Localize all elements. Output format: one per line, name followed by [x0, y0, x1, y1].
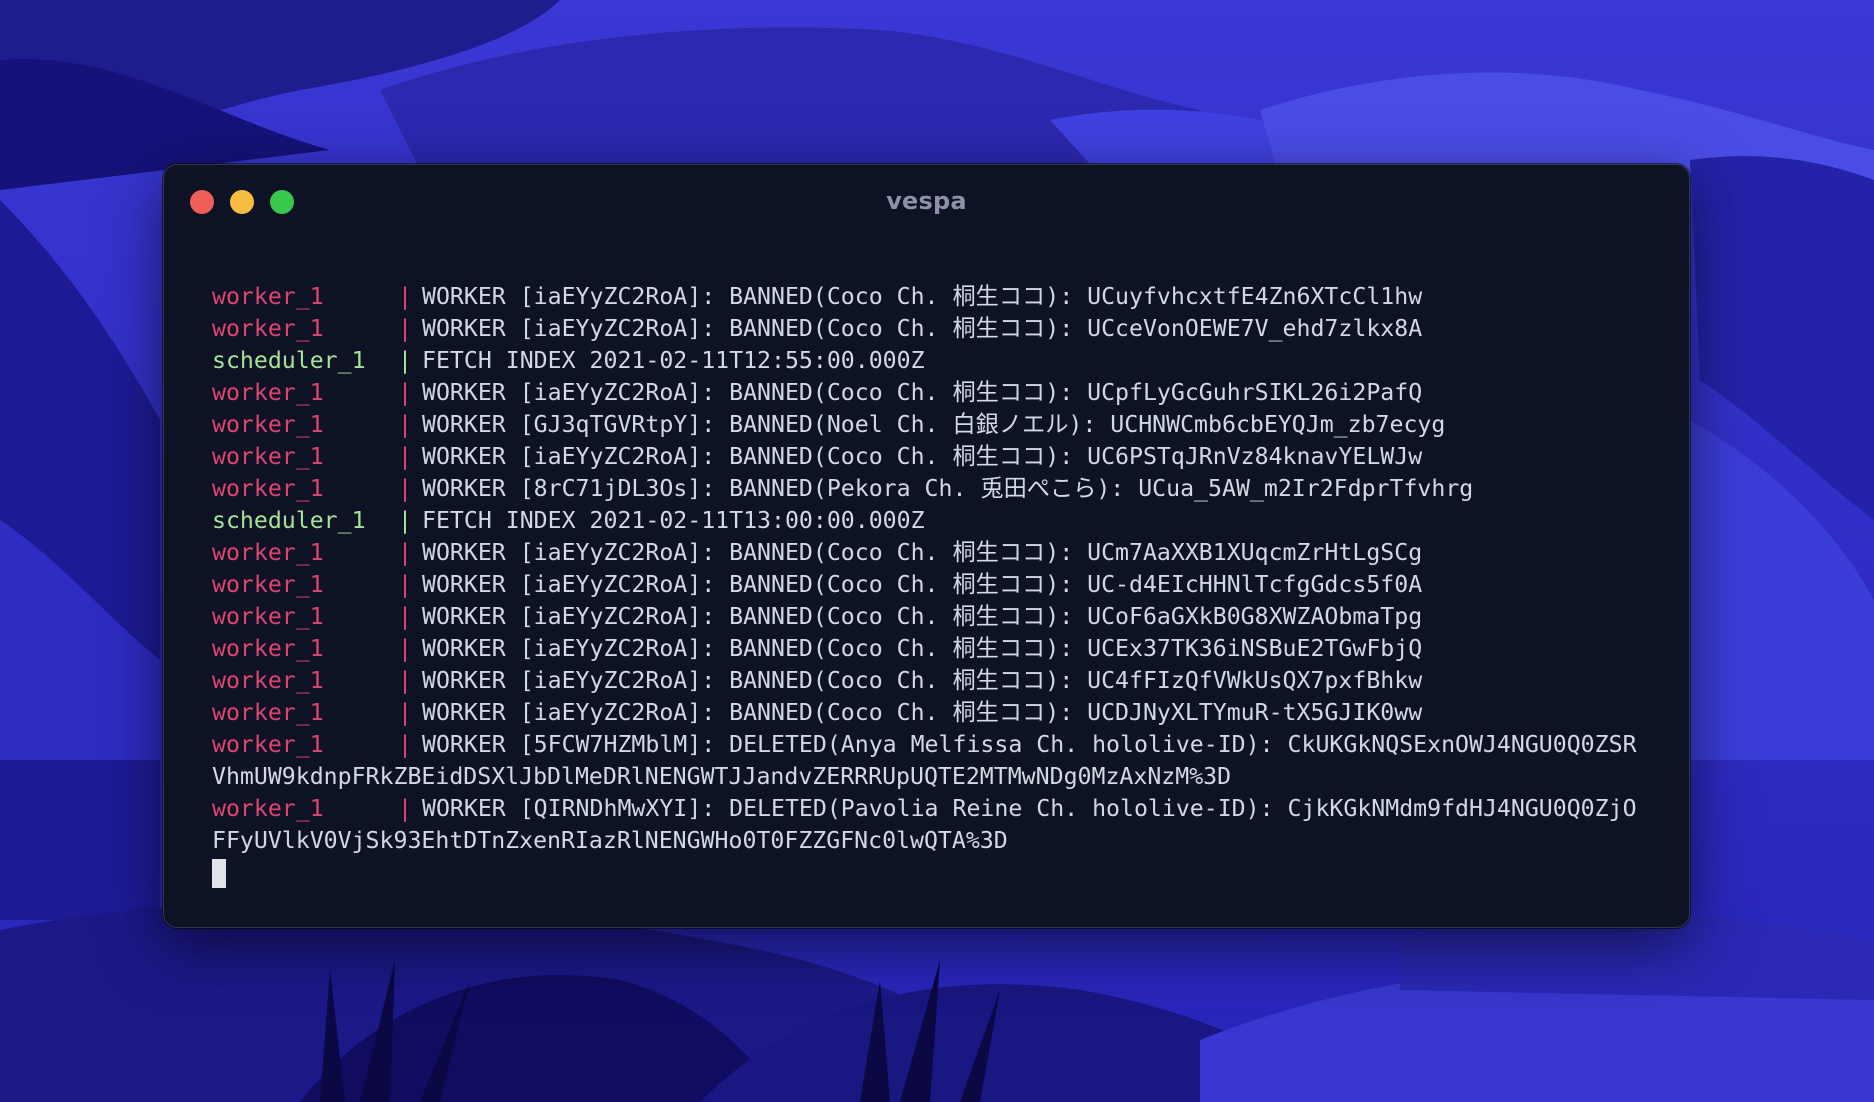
window-title: vespa: [886, 187, 967, 215]
log-separator: |: [398, 571, 412, 598]
service-name: worker_1: [212, 699, 324, 726]
log-message: FFyUVlkV0VjSk93EhtDTnZxenRIazRlNENGWHo0T…: [212, 827, 1008, 854]
log-separator: |: [398, 635, 412, 662]
service-name: worker_1: [212, 795, 324, 822]
terminal-window[interactable]: vespa worker_1 | WORKER [iaEYyZC2RoA]: BAN…: [163, 164, 1690, 928]
service-name: worker_1: [212, 379, 324, 406]
log-line: worker_1 | WORKER [GJ3qTGVRtpY]: BANNED(No…: [212, 409, 1659, 441]
log-line: worker_1 | WORKER [iaEYyZC2RoA]: BANNED(Co…: [212, 313, 1659, 345]
log-line: worker_1 | WORKER [iaEYyZC2RoA]: BANNED(Co…: [212, 281, 1659, 313]
window-titlebar[interactable]: vespa: [164, 165, 1689, 237]
log-message: WORKER [QIRNDhMwXYI]: DELETED(Pavolia Re…: [422, 795, 1637, 822]
service-name: worker_1: [212, 411, 324, 438]
service-name: worker_1: [212, 315, 324, 342]
log-separator: |: [398, 411, 412, 438]
log-message: VhmUW9kdnpFRkZBEidDSXlJbDlMeDRlNENGWTJJa…: [212, 763, 1232, 790]
service-name: scheduler_1: [212, 347, 366, 374]
service-name: worker_1: [212, 475, 324, 502]
log-line: worker_1 | WORKER [iaEYyZC2RoA]: BANNED(Co…: [212, 377, 1659, 409]
prompt-line[interactable]: [212, 857, 1659, 889]
log-line: worker_1 | WORKER [iaEYyZC2RoA]: BANNED(Co…: [212, 601, 1659, 633]
log-separator: |: [398, 603, 412, 630]
log-message: WORKER [iaEYyZC2RoA]: BANNED(Coco Ch. 桐生…: [422, 699, 1423, 726]
log-line: worker_1 | WORKER [iaEYyZC2RoA]: BANNED(Co…: [212, 569, 1659, 601]
service-name: worker_1: [212, 443, 324, 470]
log-separator: |: [398, 379, 412, 406]
service-name: worker_1: [212, 635, 324, 662]
service-name: scheduler_1: [212, 507, 366, 534]
log-line: scheduler_1 | FETCH INDEX 2021-02-11T12:55…: [212, 345, 1659, 377]
log-separator: |: [398, 507, 412, 534]
log-message: WORKER [GJ3qTGVRtpY]: BANNED(Noel Ch. 白銀…: [422, 411, 1446, 438]
log-separator: |: [398, 667, 412, 694]
log-line: worker_1 | WORKER [iaEYyZC2RoA]: BANNED(Co…: [212, 697, 1659, 729]
log-message: WORKER [iaEYyZC2RoA]: BANNED(Coco Ch. 桐生…: [422, 315, 1423, 342]
log-line: worker_1 | WORKER [iaEYyZC2RoA]: BANNED(Co…: [212, 665, 1659, 697]
log-line: VhmUW9kdnpFRkZBEidDSXlJbDlMeDRlNENGWTJJa…: [212, 761, 1659, 793]
log-separator: |: [398, 795, 412, 822]
log-separator: |: [398, 475, 412, 502]
service-name: worker_1: [212, 283, 324, 310]
log-separator: |: [398, 539, 412, 566]
log-message: WORKER [iaEYyZC2RoA]: BANNED(Coco Ch. 桐生…: [422, 379, 1423, 406]
log-separator: |: [398, 347, 412, 374]
log-message: WORKER [8rC71jDL3Os]: BANNED(Pekora Ch. …: [422, 475, 1474, 502]
log-line: worker_1 | WORKER [iaEYyZC2RoA]: BANNED(Co…: [212, 441, 1659, 473]
log-message: WORKER [iaEYyZC2RoA]: BANNED(Coco Ch. 桐生…: [422, 283, 1423, 310]
log-message: WORKER [iaEYyZC2RoA]: BANNED(Coco Ch. 桐生…: [422, 443, 1423, 470]
log-message: WORKER [iaEYyZC2RoA]: BANNED(Coco Ch. 桐生…: [422, 635, 1423, 662]
service-name: worker_1: [212, 667, 324, 694]
service-name: worker_1: [212, 571, 324, 598]
log-separator: |: [398, 283, 412, 310]
log-line: scheduler_1 | FETCH INDEX 2021-02-11T13:00…: [212, 505, 1659, 537]
log-separator: |: [398, 315, 412, 342]
log-line: worker_1 | WORKER [iaEYyZC2RoA]: BANNED(Co…: [212, 537, 1659, 569]
service-name: worker_1: [212, 603, 324, 630]
service-name: worker_1: [212, 539, 324, 566]
log-message: FETCH INDEX 2021-02-11T12:55:00.000Z: [422, 347, 925, 374]
log-message: WORKER [iaEYyZC2RoA]: BANNED(Coco Ch. 桐生…: [422, 667, 1423, 694]
log-message: WORKER [iaEYyZC2RoA]: BANNED(Coco Ch. 桐生…: [422, 571, 1423, 598]
log-message: WORKER [iaEYyZC2RoA]: BANNED(Coco Ch. 桐生…: [422, 603, 1423, 630]
log-separator: |: [398, 731, 412, 758]
log-message: WORKER [5FCW7HZMblM]: DELETED(Anya Melfi…: [422, 731, 1637, 758]
log-line: worker_1 | WORKER [iaEYyZC2RoA]: BANNED(Co…: [212, 633, 1659, 665]
terminal-output[interactable]: worker_1 | WORKER [iaEYyZC2RoA]: BANNED(Co…: [212, 281, 1659, 889]
log-separator: |: [398, 443, 412, 470]
log-line: worker_1 | WORKER [8rC71jDL3Os]: BANNED(Pe…: [212, 473, 1659, 505]
service-name: worker_1: [212, 731, 324, 758]
log-line: FFyUVlkV0VjSk93EhtDTnZxenRIazRlNENGWHo0T…: [212, 825, 1659, 857]
log-line: worker_1 | WORKER [QIRNDhMwXYI]: DELETED(P…: [212, 793, 1659, 825]
log-message: WORKER [iaEYyZC2RoA]: BANNED(Coco Ch. 桐生…: [422, 539, 1423, 566]
log-separator: |: [398, 699, 412, 726]
log-line: worker_1 | WORKER [5FCW7HZMblM]: DELETED(A…: [212, 729, 1659, 761]
text-cursor: [212, 859, 226, 888]
log-message: FETCH INDEX 2021-02-11T13:00:00.000Z: [422, 507, 925, 534]
